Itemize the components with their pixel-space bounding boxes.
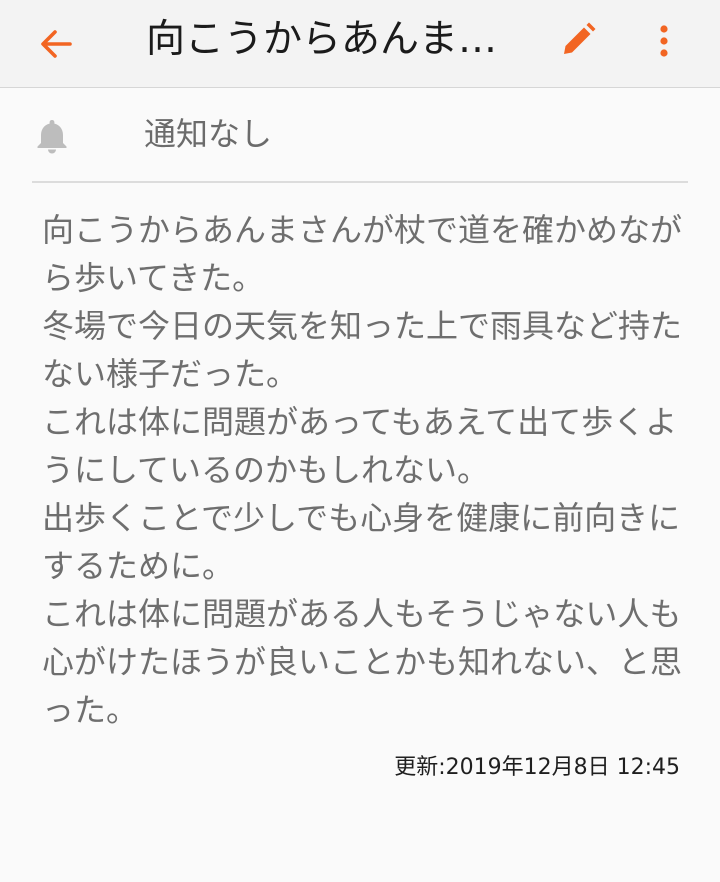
note-line: うにしているのかもしれない。	[42, 451, 490, 489]
notification-row[interactable]: 通知なし	[32, 89, 688, 183]
notification-label: 通知なし	[144, 115, 273, 153]
note-line: これは体に問題があってもあえて出て歩くよ	[42, 403, 678, 441]
toolbar: 向こうからあんまさんが杖で道を確かめながら歩いてきた。	[0, 0, 720, 88]
back-button[interactable]	[30, 18, 82, 70]
more-options-button[interactable]	[640, 12, 688, 68]
note-line: ない様子だった。	[42, 355, 299, 393]
note-line: 心がけたほうが良いことかも知れない、と思	[42, 643, 683, 681]
note-line: これは体に問題がある人もそうじゃない人も	[42, 595, 682, 633]
note-line: するために。	[42, 547, 235, 585]
more-vertical-icon	[660, 25, 668, 57]
note-line: 冬場で今日の天気を知った上で雨具など持た	[42, 307, 683, 345]
arrow-left-icon	[41, 30, 72, 58]
note-line: った。	[42, 691, 139, 729]
note-line: ら歩いてきた。	[42, 259, 265, 297]
note-line: 出歩くことで少しでも心身を健康に前向きに	[42, 499, 681, 537]
note-line: 向こうからあんまさんが杖で道を確かめなが	[42, 211, 683, 249]
edit-button[interactable]	[550, 12, 606, 68]
pencil-icon	[564, 22, 596, 54]
note-title: 向こうからあんまさんが杖で道を確かめながら歩いてきた。	[146, 17, 526, 62]
bell-icon	[37, 120, 67, 154]
note-body[interactable]: 向こうからあんまさんが杖で道を確かめなが ら歩いてきた。 冬場で今日の天気を知っ…	[42, 206, 682, 734]
updated-timestamp: 更新:2019年12月8日 12:45	[394, 755, 680, 780]
